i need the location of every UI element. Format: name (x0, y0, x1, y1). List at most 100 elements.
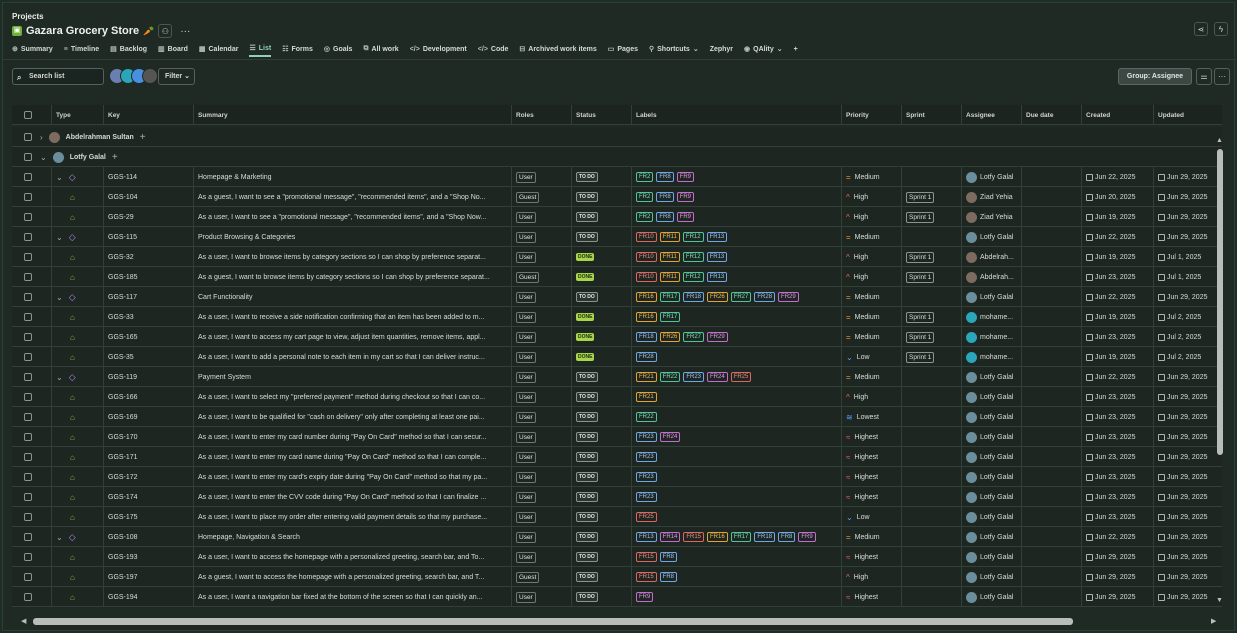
status-badge[interactable]: TO DO (576, 392, 598, 402)
issue-key[interactable]: GGS-119 (108, 374, 137, 381)
assignee-name[interactable]: mohame... (980, 314, 1013, 321)
issue-summary[interactable]: As a guest, I want to see a "promotional… (198, 194, 486, 201)
column-header-summary[interactable]: Summary (194, 105, 512, 125)
issue-key[interactable]: GGS-104 (108, 194, 138, 201)
status-badge[interactable]: TO DO (576, 452, 598, 462)
row-checkbox[interactable] (24, 493, 32, 501)
sprint-badge[interactable]: Sprint 1 (906, 311, 935, 323)
tab-zephyr[interactable]: Zephyr (710, 41, 733, 57)
issue-key[interactable]: GGS-108 (108, 534, 138, 541)
table-row[interactable]: ⌂ GGS-174 As a user, I want to enter the C… (12, 487, 1222, 507)
issue-summary[interactable]: As a user, I want to enter my card's exp… (198, 474, 487, 481)
chevron-down-icon[interactable]: ⌄ (40, 153, 47, 162)
issue-key[interactable]: GGS-117 (108, 294, 137, 301)
column-header-roles[interactable]: Roles (512, 105, 572, 125)
row-checkbox[interactable] (24, 213, 32, 221)
row-checkbox[interactable] (24, 193, 32, 201)
group-by-button[interactable]: Group: Assignee (1118, 68, 1192, 85)
assignee-name[interactable]: Lotfy Galal (980, 434, 1013, 441)
issue-summary[interactable]: Homepage, Navigation & Search (198, 534, 300, 541)
issue-key[interactable]: GGS-115 (108, 234, 137, 241)
add-tab-icon[interactable]: + (794, 41, 798, 57)
vertical-scroll-thumb[interactable] (1217, 149, 1223, 455)
issue-summary[interactable]: Homepage & Marketing (198, 174, 272, 181)
assignee-name[interactable]: Lotfy Galal (980, 294, 1013, 301)
issue-summary[interactable]: As a user, I want to enter my card numbe… (198, 434, 487, 441)
chevron-down-icon[interactable]: ⌄ (56, 293, 63, 302)
sprint-badge[interactable]: Sprint 1 (906, 271, 935, 283)
table-row[interactable]: ⌂ GGS-175 As a user, I want to place my or… (12, 507, 1222, 527)
tab-list[interactable]: ☰ List (249, 41, 272, 57)
group-checkbox[interactable] (24, 133, 32, 141)
group-checkbox[interactable] (24, 153, 32, 161)
row-checkbox[interactable] (24, 553, 32, 561)
status-badge[interactable]: TO DO (576, 432, 598, 442)
row-checkbox[interactable] (24, 573, 32, 581)
issue-key[interactable]: GGS-171 (108, 454, 138, 461)
issue-key[interactable]: GGS-35 (108, 354, 134, 361)
row-checkbox[interactable] (24, 313, 32, 321)
chevron-down-icon[interactable]: ⌄ (56, 373, 63, 382)
tab-code[interactable]: </> Code (478, 41, 509, 57)
column-header-status[interactable]: Status (572, 105, 632, 125)
tab-shortcuts[interactable]: ⚲ Shortcuts ⌄ (649, 41, 699, 57)
assignee-name[interactable]: Lotfy Galal (980, 474, 1013, 481)
issue-key[interactable]: GGS-170 (108, 434, 138, 441)
table-row[interactable]: ⌄ ◇ GGS-117 Cart Functionality User TO DO FR16… (12, 287, 1222, 307)
group-row[interactable]: › Abdelrahman Sultan + (12, 127, 1222, 147)
search-input[interactable]: ⌕ Search list (12, 68, 104, 85)
column-header-type[interactable]: Type (52, 105, 104, 125)
row-checkbox[interactable] (24, 513, 32, 521)
issue-key[interactable]: GGS-185 (108, 274, 138, 281)
more-icon[interactable]: ··· (180, 26, 190, 37)
row-checkbox[interactable] (24, 453, 32, 461)
table-row[interactable]: ⌂ GGS-185 As a guest, I want to browse ite… (12, 267, 1222, 287)
sprint-badge[interactable]: Sprint 1 (906, 331, 935, 343)
add-icon[interactable]: + (112, 152, 118, 163)
issue-summary[interactable]: As a user, I want to see a "promotional … (198, 214, 486, 221)
table-row[interactable]: ⌂ GGS-35 As a user, I want to add a person… (12, 347, 1222, 367)
add-icon[interactable]: + (140, 132, 146, 143)
lightning-icon[interactable]: ϟ (1214, 22, 1228, 36)
assignee-name[interactable]: Lotfy Galal (980, 374, 1013, 381)
issue-key[interactable]: GGS-172 (108, 474, 138, 481)
tab-calendar[interactable]: ▦ Calendar (199, 41, 239, 57)
status-badge[interactable]: TO DO (576, 552, 598, 562)
filter-button[interactable]: Filter ⌄ (158, 68, 195, 85)
row-checkbox[interactable] (24, 413, 32, 421)
chevron-down-icon[interactable]: ⌄ (56, 233, 63, 242)
row-checkbox[interactable] (24, 593, 32, 601)
tab-goals[interactable]: ◎ Goals (324, 41, 353, 57)
assignee-name[interactable]: Lotfy Galal (980, 534, 1013, 541)
column-header-key[interactable]: Key (104, 105, 194, 125)
column-header-priority[interactable]: Priority (842, 105, 902, 125)
table-row[interactable]: ⌂ GGS-104 As a guest, I want to see a "pro… (12, 187, 1222, 207)
issue-key[interactable]: GGS-197 (108, 574, 138, 581)
tab-backlog[interactable]: ▤ Backlog (110, 41, 147, 57)
scroll-right-icon[interactable]: ▶ (1211, 617, 1216, 625)
tab-development[interactable]: </> Development (410, 41, 467, 57)
issue-summary[interactable]: As a user, I want to add a personal note… (198, 354, 485, 361)
issue-summary[interactable]: As a user, I want to browse items by cat… (198, 254, 486, 261)
table-row[interactable]: ⌄ ◇ GGS-119 Payment System User TO DO FR21 FR22… (12, 367, 1222, 387)
row-checkbox[interactable] (24, 233, 32, 241)
horizontal-scrollbar[interactable] (33, 618, 1073, 625)
column-header-due-date[interactable]: Due date (1022, 105, 1082, 125)
issue-key[interactable]: GGS-174 (108, 494, 138, 501)
assignee-name[interactable]: Lotfy Galal (980, 174, 1013, 181)
column-header-labels[interactable]: Labels (632, 105, 842, 125)
issue-summary[interactable]: As a user, I want to access my cart page… (198, 334, 486, 341)
table-row[interactable]: ⌂ GGS-193 As a user, I want to access the … (12, 547, 1222, 567)
table-row[interactable]: ⌂ GGS-165 As a user, I want to access my c… (12, 327, 1222, 347)
table-row[interactable]: ⌄ ◇ GGS-115 Product Browsing & Categories Us… (12, 227, 1222, 247)
tab-timeline[interactable]: ≡ Timeline (64, 41, 99, 57)
assignee-name[interactable]: Lotfy Galal (980, 494, 1013, 501)
issue-key[interactable]: GGS-32 (108, 254, 134, 261)
status-badge[interactable]: TO DO (576, 492, 598, 502)
assignee-name[interactable]: Abdelrah... (980, 274, 1014, 281)
share-icon[interactable]: ⋖ (1194, 22, 1208, 36)
table-row[interactable]: ⌂ GGS-32 As a user, I want to browse items… (12, 247, 1222, 267)
tab-archived-work-items[interactable]: ⊟ Archived work items (519, 41, 596, 57)
scroll-left-icon[interactable]: ◀ (21, 617, 26, 625)
row-checkbox[interactable] (24, 333, 32, 341)
